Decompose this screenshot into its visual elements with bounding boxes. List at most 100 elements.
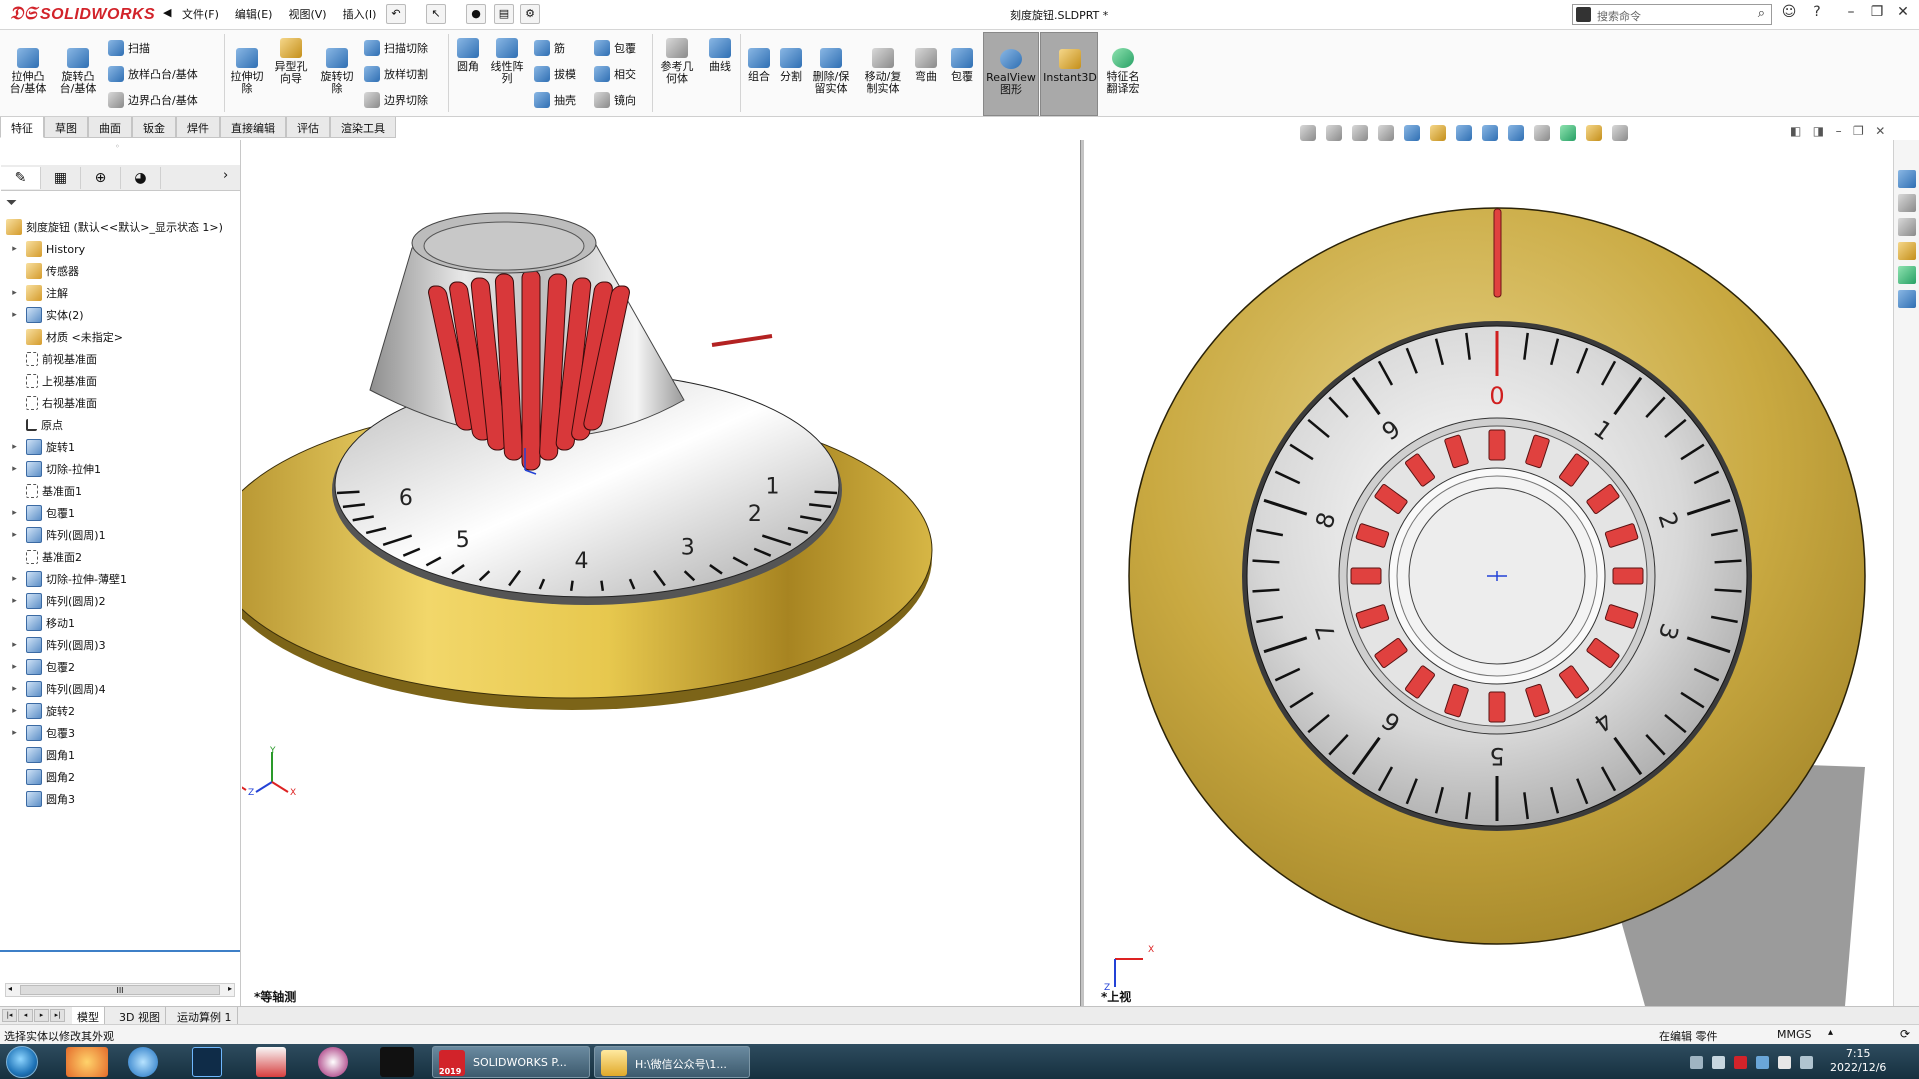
search-input[interactable]: 搜索命令 ⌕ — [1572, 4, 1772, 25]
isometric-model-view[interactable]: 6 5 4 3 21 — [242, 140, 1080, 1006]
select-arrow-icon[interactable]: ↖ — [426, 4, 446, 24]
tab-next-icon[interactable]: ▸ — [34, 1009, 49, 1022]
tree-item[interactable]: 上视基准面 — [0, 370, 240, 392]
tab-direct-editing[interactable]: 直接编辑 — [220, 117, 286, 138]
tree-item[interactable]: ▸ 包覆2 — [0, 656, 240, 678]
appearances-icon[interactable] — [1898, 266, 1916, 284]
menu-file[interactable]: 文件(F) — [182, 6, 219, 22]
video-app-icon[interactable] — [380, 1047, 414, 1077]
fillet-button[interactable]: 圆角 — [452, 38, 484, 73]
expand-arrow-icon[interactable]: ▸ — [9, 684, 20, 694]
combine-button[interactable]: 组合 — [744, 48, 774, 83]
tree-item[interactable]: 传感器 — [0, 260, 240, 282]
tab-3d-views[interactable]: 3D 视图 — [114, 1007, 166, 1024]
tree-item[interactable]: 原点 — [0, 414, 240, 436]
viewport-isometric[interactable]: 6 5 4 3 21 Y Z X *等轴测 — [242, 140, 1080, 1006]
tool-app-icon[interactable] — [318, 1047, 348, 1077]
tray-volume-icon[interactable] — [1778, 1056, 1791, 1069]
help-icon[interactable]: ? — [1806, 4, 1828, 24]
custom-properties-icon[interactable] — [1898, 290, 1916, 308]
curves-button[interactable]: 曲线 — [702, 38, 738, 73]
tree-item[interactable]: 基准面2 — [0, 546, 240, 568]
tray-solidworks-icon[interactable] — [1734, 1056, 1747, 1069]
split-button[interactable]: 分割 — [776, 48, 806, 83]
hole-wizard-button[interactable]: 异型孔 向导 — [270, 38, 312, 85]
restore-icon[interactable]: ❐ — [1866, 4, 1888, 24]
tab-first-icon[interactable]: |◂ — [2, 1009, 17, 1022]
expand-arrow-icon[interactable]: ▸ — [9, 464, 20, 474]
menu-view[interactable]: 视图(V) — [288, 6, 326, 22]
menu-edit[interactable]: 编辑(E) — [235, 6, 273, 22]
viewport-split-icon[interactable]: ◨ — [1813, 124, 1824, 138]
tree-item[interactable]: ▸ 包覆3 — [0, 722, 240, 744]
panel-grip[interactable]: ◦ — [115, 142, 120, 151]
ie-browser-icon[interactable] — [128, 1047, 158, 1077]
revolve-cut-button[interactable]: 旋转切 除 — [316, 48, 358, 95]
tree-item[interactable]: ▸ 阵列(圆周)2 — [0, 590, 240, 612]
tree-item[interactable]: ▸ 切除-拉伸-薄壁1 — [0, 568, 240, 590]
flyout-arrow-icon[interactable]: ◀ — [163, 6, 171, 19]
tree-item[interactable]: 圆角1 — [0, 744, 240, 766]
viewport-close-icon[interactable]: ✕ — [1875, 124, 1885, 138]
property-manager-tab-icon[interactable]: ▦ — [41, 167, 81, 189]
horizontal-scrollbar[interactable]: ◂ III ▸ — [5, 983, 235, 997]
tab-prev-icon[interactable]: ◂ — [18, 1009, 33, 1022]
zoom-to-area-icon[interactable] — [1352, 125, 1368, 141]
tab-model[interactable]: 模型 — [72, 1007, 105, 1024]
taskbar-clock[interactable]: 7:15 2022/12/6 — [1830, 1047, 1886, 1075]
shell-button[interactable]: 抽壳 — [534, 90, 576, 110]
tray-action-center-icon[interactable] — [1800, 1056, 1813, 1069]
undo-icon[interactable]: ↶ — [386, 4, 406, 24]
loft-cut-button[interactable]: 放样切割 — [364, 64, 428, 84]
scroll-right-icon[interactable]: ▸ — [228, 984, 232, 993]
home-icon[interactable] — [1898, 170, 1916, 188]
dynamic-annotation-icon[interactable] — [1430, 125, 1446, 141]
viewport-link-icon[interactable]: ◧ — [1790, 124, 1801, 138]
filter-icon[interactable]: ⏷ — [6, 195, 17, 211]
loft-boss-button[interactable]: 放样凸台/基体 — [108, 64, 198, 84]
taskbar-solidworks-window[interactable]: 2019 SOLIDWORKS P... — [432, 1046, 590, 1078]
rib-button[interactable]: 筋 — [534, 38, 565, 58]
file-properties-icon[interactable]: ▤ — [494, 4, 514, 24]
delete-keep-body-button[interactable]: 删除/保 留实体 — [808, 48, 854, 95]
panel-expand-arrow-icon[interactable]: › — [223, 168, 228, 183]
photoshop-icon[interactable] — [192, 1047, 222, 1077]
tree-item[interactable]: ▸ History — [0, 238, 240, 260]
tray-keyboard-icon[interactable] — [1690, 1056, 1703, 1069]
tab-weldments[interactable]: 焊件 — [176, 117, 220, 138]
extrude-boss-button[interactable]: 拉伸凸 台/基体 — [8, 48, 48, 95]
viewport-minimize-icon[interactable]: – — [1836, 124, 1842, 138]
start-button-icon[interactable] — [6, 1046, 38, 1078]
expand-arrow-icon[interactable]: ▸ — [9, 596, 20, 606]
tree-item[interactable]: ▸ 包覆1 — [0, 502, 240, 524]
tree-item[interactable]: ▸ 阵列(圆周)3 — [0, 634, 240, 656]
sweep-button[interactable]: 扫描 — [108, 38, 150, 58]
expand-arrow-icon[interactable]: ▸ — [9, 442, 20, 452]
options-gear-icon[interactable]: ⚙ — [520, 4, 540, 24]
wrap-button[interactable]: 包覆 — [594, 38, 636, 58]
rollback-bar[interactable] — [0, 950, 240, 952]
tray-network-icon[interactable] — [1756, 1056, 1769, 1069]
feature-name-translate-button[interactable]: 特征名 翻译宏 — [1100, 48, 1146, 95]
photos-app-icon[interactable] — [66, 1047, 108, 1077]
tree-item[interactable]: ▸ 切除-拉伸1 — [0, 458, 240, 480]
instant3d-toggle[interactable]: Instant3D — [1040, 32, 1098, 116]
top-model-view[interactable]: 0123456789 — [1085, 117, 1893, 1006]
tab-render-tools[interactable]: 渲染工具 — [330, 117, 396, 138]
expand-arrow-icon[interactable]: ▸ — [9, 530, 20, 540]
extrude-cut-button[interactable]: 拉伸切 除 — [226, 48, 268, 95]
viewport-restore-icon[interactable]: ❐ — [1853, 124, 1864, 138]
draft-button[interactable]: 拔模 — [534, 64, 576, 84]
tab-last-icon[interactable]: ▸| — [50, 1009, 65, 1022]
sweep-cut-button[interactable]: 扫描切除 — [364, 38, 428, 58]
mirror-button[interactable]: 镜向 — [594, 90, 636, 110]
expand-arrow-icon[interactable]: ▸ — [9, 640, 20, 650]
realview-toggle[interactable]: RealView 图形 — [983, 32, 1039, 116]
view-settings-scene-icon[interactable] — [1586, 125, 1602, 141]
scroll-left-icon[interactable]: ◂ — [8, 984, 12, 993]
menu-insert[interactable]: 插入(I) — [343, 6, 377, 22]
boundary-boss-button[interactable]: 边界凸台/基体 — [108, 90, 198, 110]
tree-item[interactable]: ▸ 阵列(圆周)4 — [0, 678, 240, 700]
tree-item[interactable]: 圆角2 — [0, 766, 240, 788]
expand-arrow-icon[interactable]: ▸ — [9, 288, 20, 298]
